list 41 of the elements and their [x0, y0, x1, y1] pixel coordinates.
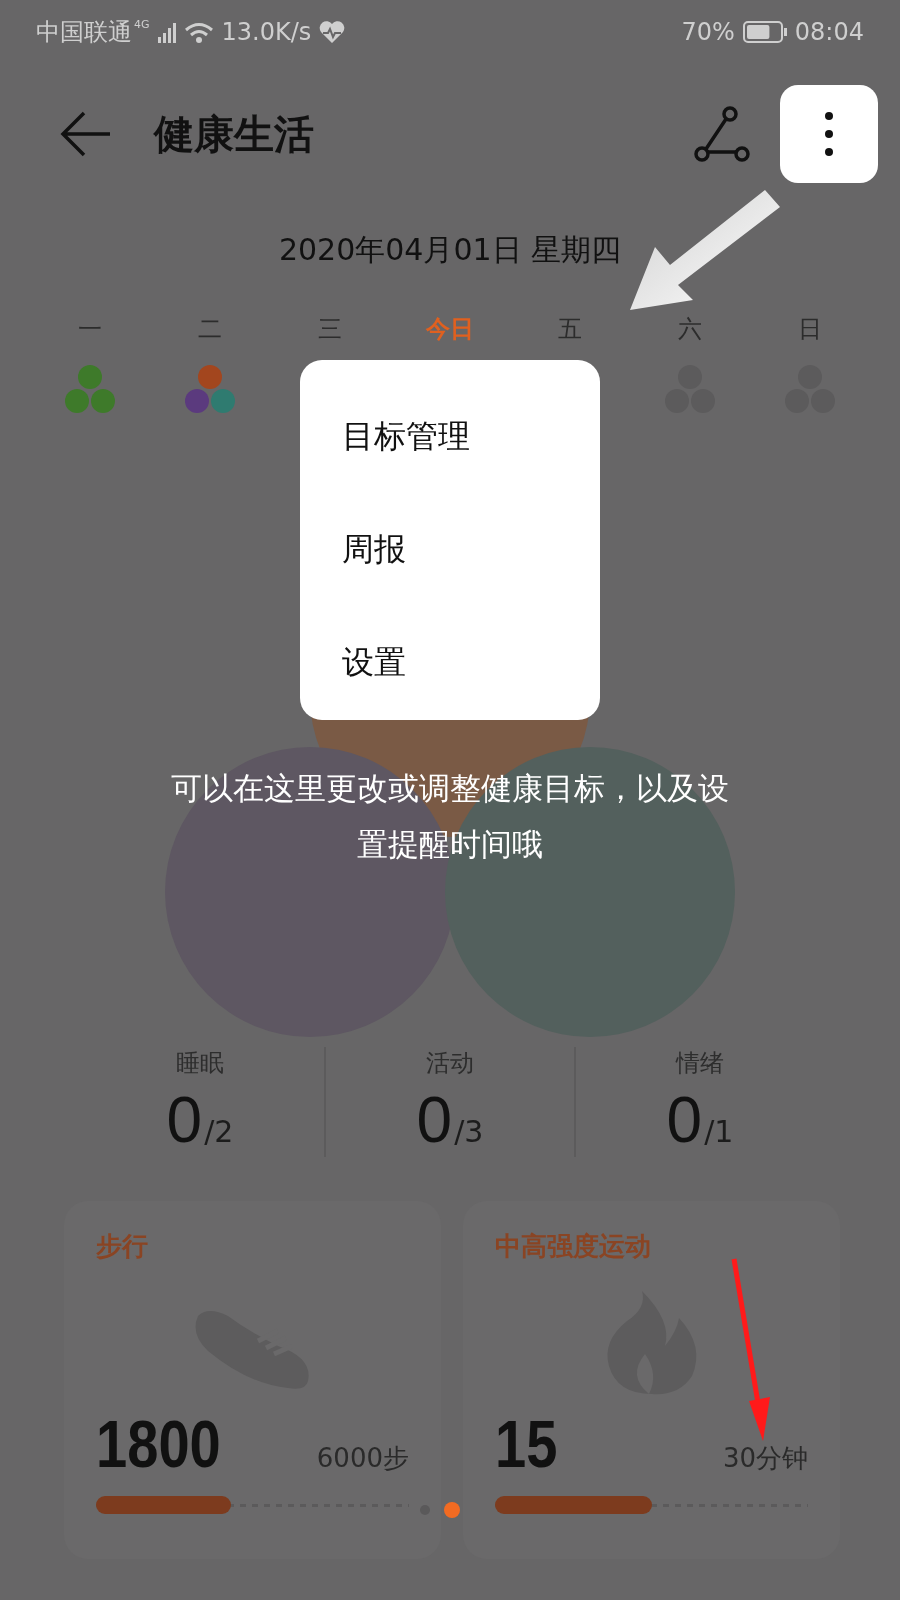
stat-label: 活动	[426, 1048, 474, 1079]
day-tab[interactable]: 今日	[426, 313, 474, 345]
stat-value: 0	[416, 1083, 453, 1157]
date-label: 2020年04月01日 星期四	[277, 231, 623, 269]
day-tab[interactable]: 日	[798, 313, 822, 345]
battery-percent: 70%	[681, 18, 735, 46]
stat-value: 0	[666, 1083, 703, 1157]
day-tab[interactable]: 一	[78, 313, 102, 345]
stat-value: 0	[166, 1083, 203, 1157]
day-tab[interactable]: 二	[198, 313, 222, 345]
stat-goal: /1	[704, 1114, 734, 1149]
more-button[interactable]	[780, 85, 878, 183]
page-dot[interactable]	[444, 1502, 460, 1518]
day-tab[interactable]: 三	[318, 313, 342, 345]
network-speed: 13.0K/s	[221, 18, 312, 46]
clock: 08:04	[794, 18, 864, 46]
stat-label: 情绪	[676, 1048, 724, 1079]
card-value: 1800	[96, 1406, 221, 1482]
stat-goal: /3	[454, 1114, 484, 1149]
tip-text: 可以在这里更改或调整健康目标，以及设置提醒时间哦	[170, 769, 730, 864]
card-title: 步行	[96, 1230, 149, 1263]
carrier-name: 中国联通	[36, 17, 132, 48]
menu-item[interactable]: 设置	[300, 606, 600, 720]
more-icon	[825, 112, 833, 156]
card-value: 15	[495, 1406, 558, 1482]
page-title: 健康生活	[154, 109, 315, 159]
battery-icon	[742, 21, 787, 43]
menu-item[interactable]: 周报	[300, 493, 600, 607]
card-goal: 6000步	[316, 1442, 409, 1475]
heart-rate-icon	[319, 20, 346, 44]
menu-item[interactable]: 目标管理	[300, 380, 600, 494]
share-icon[interactable]	[692, 104, 752, 164]
signal-icon	[157, 21, 176, 43]
card-goal: 30分钟	[722, 1442, 808, 1475]
stat-goal: /2	[204, 1114, 234, 1149]
network-type: 4G	[134, 18, 150, 31]
wifi-icon	[183, 21, 214, 43]
card-title: 中高强度运动	[495, 1230, 652, 1263]
day-tab[interactable]: 六	[678, 313, 702, 345]
day-tab[interactable]: 五	[558, 313, 582, 345]
stat-label: 睡眠	[176, 1048, 224, 1079]
